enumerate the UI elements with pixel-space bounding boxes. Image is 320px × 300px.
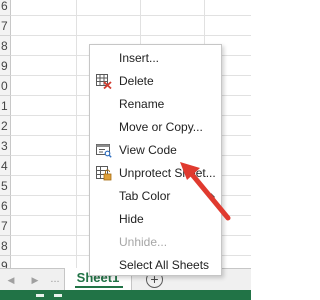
- status-indicator: [54, 294, 62, 297]
- row-number[interactable]: 5: [0, 176, 11, 196]
- row-number[interactable]: 3: [0, 136, 11, 156]
- delete-sheet-icon: [96, 74, 112, 90]
- annotation-arrow-icon: [180, 162, 231, 221]
- status-bar: [0, 290, 251, 300]
- menu-item-label: View Code: [119, 143, 177, 157]
- row-number[interactable]: 8: [0, 236, 11, 256]
- menu-item-label: Select All Sheets: [119, 258, 210, 272]
- gridline: [11, 15, 251, 16]
- row-number[interactable]: 0: [0, 76, 11, 96]
- status-indicator: [36, 294, 44, 297]
- row-number[interactable]: 6: [0, 0, 11, 16]
- menu-item-label: Tab Color: [119, 189, 171, 203]
- row-number[interactable]: 2: [0, 116, 11, 136]
- active-tab-indicator: [75, 286, 123, 288]
- menu-item-label: Delete: [119, 74, 154, 88]
- row-number[interactable]: 6: [0, 196, 11, 216]
- row-number[interactable]: 7: [0, 16, 11, 36]
- menu-item-move-or-copy[interactable]: Move or Copy...: [90, 116, 221, 139]
- view-code-icon: [96, 143, 112, 158]
- row-number[interactable]: 9: [0, 256, 11, 268]
- menu-item-insert[interactable]: Insert...: [90, 47, 221, 70]
- row-header-column: 6 7 8 9 0 1 2 3 4 5 6 7 8 9: [0, 0, 11, 268]
- menu-item-view-code[interactable]: View Code: [90, 139, 221, 162]
- row-number[interactable]: 7: [0, 216, 11, 236]
- gridline: [76, 0, 77, 268]
- row-number[interactable]: 4: [0, 156, 11, 176]
- scroll-tabs-right-icon[interactable]: ▶: [30, 274, 40, 286]
- menu-item-rename[interactable]: Rename: [90, 93, 221, 116]
- unprotect-sheet-icon: [96, 166, 112, 181]
- menu-item-label: Hide: [119, 212, 144, 226]
- menu-item-select-all-sheets[interactable]: Select All Sheets: [90, 254, 221, 277]
- more-tabs-icon[interactable]: ...: [48, 272, 62, 286]
- row-number[interactable]: 1: [0, 96, 11, 116]
- gridline: [11, 35, 251, 36]
- menu-item-label: Move or Copy...: [119, 120, 203, 134]
- row-number[interactable]: 8: [0, 36, 11, 56]
- menu-item-label: Insert...: [119, 51, 160, 65]
- menu-item-delete[interactable]: Delete: [90, 70, 221, 93]
- menu-item-label: Rename: [119, 97, 165, 111]
- row-number[interactable]: 9: [0, 56, 11, 76]
- menu-item-label: Unhide...: [119, 235, 168, 249]
- menu-item-unhide: Unhide...: [90, 231, 221, 254]
- scroll-tabs-left-icon[interactable]: ◀: [6, 274, 16, 286]
